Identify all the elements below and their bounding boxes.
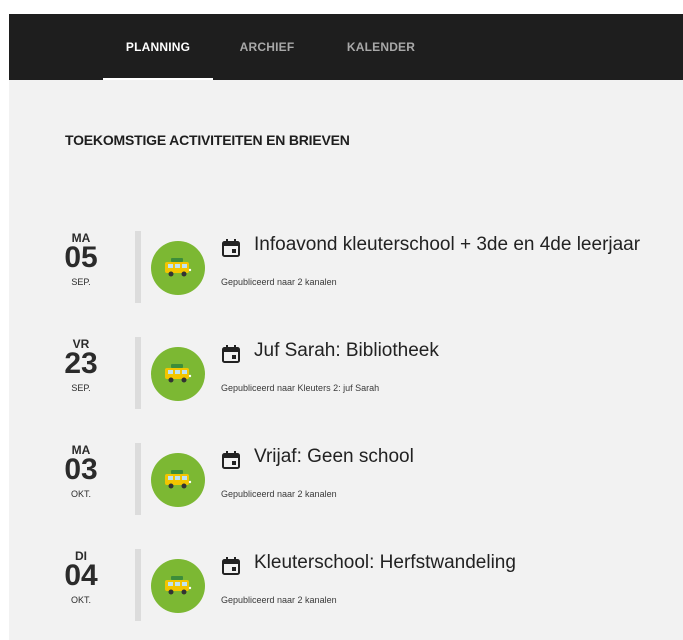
bus-icon [165,470,192,489]
activity-title[interactable]: Infoavond kleuterschool + 3de en 4de lee… [254,234,640,256]
timeline-divider [135,443,141,515]
day-number: 04 [64,559,98,592]
activity-item[interactable]: VR 23 SEP. Juf Sarah: Bibliotheek Gepubl… [9,337,683,425]
timeline-divider [135,549,141,621]
month-label: OKT. [70,489,91,499]
publication-info: Gepubliceerd naar 2 kanalen [221,277,337,287]
timeline-divider [135,337,141,409]
top-navigation-bar: PLANNING ARCHIEF KALENDER [9,14,683,80]
activity-title[interactable]: Kleuterschool: Herfstwandeling [254,552,516,574]
calendar-icon [222,557,240,575]
tab-planning[interactable]: PLANNING [103,14,213,80]
bus-icon [165,576,192,595]
timeline-divider [135,231,141,303]
activity-item[interactable]: MA 05 SEP. Infoavond kleuterschool + 3de… [9,231,683,319]
tab-archief[interactable]: ARCHIEF [231,14,303,80]
activity-title[interactable]: Vrijaf: Geen school [254,446,414,468]
school-bus-avatar-icon [151,347,205,401]
publication-info: Gepubliceerd naar 2 kanalen [221,595,337,605]
month-label: SEP. [71,383,91,393]
section-title: TOEKOMSTIGE ACTIVITEITEN EN BRIEVEN [65,132,350,148]
month-label: SEP. [71,277,91,287]
bus-icon [165,258,192,277]
activity-item[interactable]: DI 04 OKT. Kleuterschool: Herfstwandelin… [9,549,683,637]
school-bus-avatar-icon [151,241,205,295]
calendar-icon [222,345,240,363]
activity-title[interactable]: Juf Sarah: Bibliotheek [254,340,439,362]
bus-icon [165,364,192,383]
publication-info: Gepubliceerd naar Kleuters 2: juf Sarah [221,383,380,393]
app-frame: PLANNING ARCHIEF KALENDER TOEKOMSTIGE AC… [9,14,683,640]
tab-kalender[interactable]: KALENDER [333,14,429,80]
school-bus-avatar-icon [151,559,205,613]
month-label: OKT. [70,595,91,605]
day-number: 23 [64,347,98,380]
day-number: 03 [64,453,98,486]
activity-item[interactable]: MA 03 OKT. Vrijaf: Geen school Gepublice… [9,443,683,531]
school-bus-avatar-icon [151,453,205,507]
publication-info: Gepubliceerd naar 2 kanalen [221,489,337,499]
day-number: 05 [64,241,98,274]
calendar-icon [222,239,240,257]
calendar-icon [222,451,240,469]
